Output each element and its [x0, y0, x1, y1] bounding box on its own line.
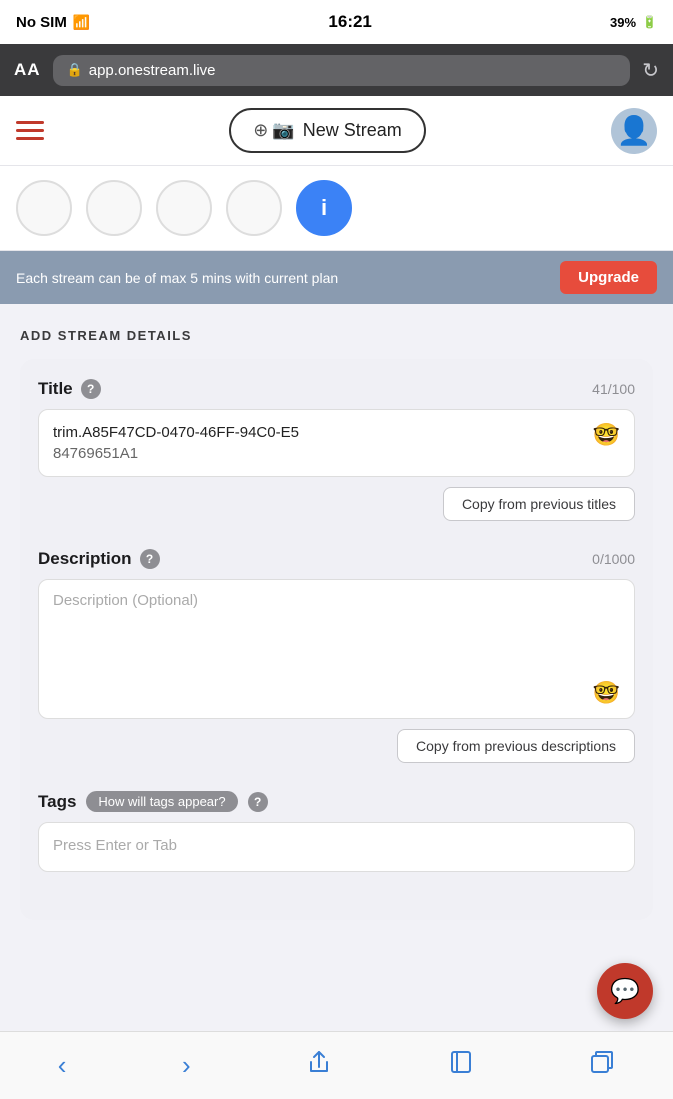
- platform-circle-4[interactable]: [226, 180, 282, 236]
- description-char-count: 0/1000: [592, 551, 635, 567]
- platform-circle-1[interactable]: [16, 180, 72, 236]
- platform-circle-3[interactable]: [156, 180, 212, 236]
- title-line1: trim.A85F47CD-0470-46FF-94C0-E5: [53, 422, 585, 443]
- tags-header: Tags How will tags appear? ?: [38, 791, 635, 812]
- description-label-row: Description ?: [38, 549, 160, 569]
- user-avatar[interactable]: 👤: [611, 108, 657, 154]
- copy-descriptions-button[interactable]: Copy from previous descriptions: [397, 729, 635, 763]
- tags-placeholder: Press Enter or Tab: [53, 837, 177, 854]
- battery-label: 39%: [610, 15, 636, 30]
- tabs-icon: [589, 1049, 615, 1082]
- back-icon: ‹: [58, 1050, 67, 1081]
- title-copy-row: Copy from previous titles: [38, 487, 635, 521]
- new-stream-label: New Stream: [303, 120, 402, 141]
- browser-bar: AA 🔒 app.onestream.live ↻: [0, 44, 673, 96]
- hamburger-line2: [16, 129, 44, 132]
- hamburger-line1: [16, 121, 44, 124]
- avatar-icon: 👤: [617, 114, 652, 147]
- description-label: Description: [38, 549, 132, 569]
- description-textarea[interactable]: Description (Optional) 🤓: [38, 579, 635, 719]
- battery-icon: 🔋: [642, 15, 657, 29]
- tags-help-icon[interactable]: ?: [248, 792, 268, 812]
- browser-aa-button[interactable]: AA: [14, 60, 41, 80]
- bookmarks-button[interactable]: [428, 1041, 494, 1090]
- main-content: ADD STREAM DETAILS Title ? 41/100 trim.A…: [0, 304, 673, 944]
- plus-icon: ⊕: [253, 120, 268, 141]
- share-icon: [306, 1049, 332, 1082]
- status-bar: No SIM 📶 16:21 39% 🔋: [0, 0, 673, 44]
- tags-field-group: Tags How will tags appear? ? Press Enter…: [38, 791, 635, 872]
- tabs-button[interactable]: [569, 1041, 635, 1090]
- chat-support-bubble[interactable]: 💬: [597, 963, 653, 1019]
- chat-icon: 💬: [610, 977, 640, 1006]
- status-right: 39% 🔋: [610, 15, 657, 30]
- description-help-icon[interactable]: ?: [140, 549, 160, 569]
- title-line2: 84769651A1: [53, 443, 585, 464]
- stream-details-card: Title ? 41/100 trim.A85F47CD-0470-46FF-9…: [20, 359, 653, 920]
- wifi-icon: 📶: [73, 14, 90, 31]
- description-copy-row: Copy from previous descriptions: [38, 729, 635, 763]
- share-button[interactable]: [286, 1041, 352, 1090]
- info-icon: i: [321, 195, 327, 221]
- title-char-count: 41/100: [592, 381, 635, 397]
- book-icon: [448, 1049, 474, 1082]
- title-field-header: Title ? 41/100: [38, 379, 635, 399]
- camera-icon: 📷: [272, 120, 294, 141]
- back-button[interactable]: ‹: [38, 1042, 87, 1089]
- forward-icon: ›: [182, 1050, 191, 1081]
- upgrade-button[interactable]: Upgrade: [560, 261, 657, 294]
- platform-info-circle[interactable]: i: [296, 180, 352, 236]
- tags-label: Tags: [38, 792, 76, 812]
- title-label-row: Title ?: [38, 379, 101, 399]
- carrier-label: No SIM: [16, 14, 67, 31]
- title-text: trim.A85F47CD-0470-46FF-94C0-E5 84769651…: [53, 422, 585, 464]
- tags-appearance-badge[interactable]: How will tags appear?: [86, 791, 237, 812]
- browser-url: app.onestream.live: [89, 62, 216, 79]
- new-stream-icons: ⊕ 📷: [253, 120, 295, 141]
- title-field-group: Title ? 41/100 trim.A85F47CD-0470-46FF-9…: [38, 379, 635, 521]
- platform-row: i: [0, 166, 673, 251]
- description-emoji-icon[interactable]: 🤓: [593, 680, 620, 706]
- new-stream-button[interactable]: ⊕ 📷 New Stream: [229, 108, 426, 153]
- lock-icon: 🔒: [67, 62, 83, 78]
- platform-circle-2[interactable]: [86, 180, 142, 236]
- app-header: ⊕ 📷 New Stream 👤: [0, 96, 673, 166]
- upgrade-banner: Each stream can be of max 5 mins with cu…: [0, 251, 673, 304]
- description-placeholder: Description (Optional): [53, 592, 620, 609]
- tags-input[interactable]: Press Enter or Tab: [38, 822, 635, 872]
- hamburger-menu[interactable]: [16, 121, 44, 140]
- title-input[interactable]: trim.A85F47CD-0470-46FF-94C0-E5 84769651…: [38, 409, 635, 477]
- copy-titles-button[interactable]: Copy from previous titles: [443, 487, 635, 521]
- bottom-nav: ‹ ›: [0, 1031, 673, 1099]
- hamburger-line3: [16, 137, 44, 140]
- title-help-icon[interactable]: ?: [81, 379, 101, 399]
- reload-icon[interactable]: ↻: [642, 58, 659, 83]
- upgrade-message: Each stream can be of max 5 mins with cu…: [16, 270, 548, 286]
- section-title: ADD STREAM DETAILS: [20, 328, 653, 343]
- forward-button[interactable]: ›: [162, 1042, 211, 1089]
- title-label: Title: [38, 379, 73, 399]
- description-field-header: Description ? 0/1000: [38, 549, 635, 569]
- description-field-group: Description ? 0/1000 Description (Option…: [38, 549, 635, 763]
- browser-url-box[interactable]: 🔒 app.onestream.live: [53, 55, 631, 86]
- status-time: 16:21: [328, 12, 371, 32]
- title-emoji-icon[interactable]: 🤓: [593, 422, 620, 448]
- status-left: No SIM 📶: [16, 14, 90, 31]
